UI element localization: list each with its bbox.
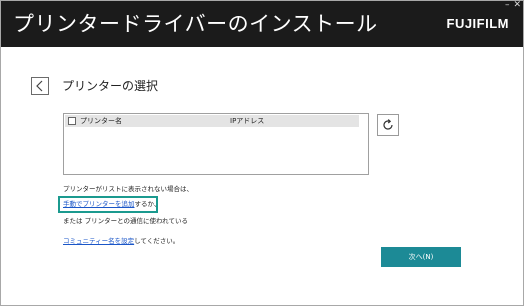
refresh-icon: [383, 119, 393, 130]
column-ip-address[interactable]: IPアドレス: [230, 115, 264, 127]
minimize-button[interactable]: –: [505, 1, 510, 11]
community-name-link[interactable]: コミュニティー名を設定: [63, 237, 134, 245]
column-printer-name[interactable]: プリンター名: [80, 115, 122, 127]
next-button[interactable]: 次へ(N): [381, 247, 461, 267]
highlight-box: [58, 196, 158, 213]
refresh-button[interactable]: [377, 114, 399, 136]
printer-list[interactable]: プリンター名 IPアドレス: [63, 113, 369, 175]
chevron-left-icon: [36, 80, 43, 92]
close-button[interactable]: ✕: [513, 1, 521, 11]
select-all-checkbox[interactable]: [68, 117, 76, 125]
or-check-text: または プリンターとの通信に使われている: [63, 217, 188, 225]
not-listed-text: プリンターがリストに表示されない場合は、: [63, 185, 193, 193]
fujifilm-logo: FUJIFILM: [446, 16, 509, 31]
back-button[interactable]: [31, 77, 49, 95]
list-header: プリンター名 IPアドレス: [65, 115, 359, 127]
window-controls: – ✕: [505, 1, 521, 11]
title-bar: プリンタードライバーのインストール FUJIFILM – ✕: [1, 1, 523, 47]
page-title: プリンターの選択: [62, 79, 159, 93]
community-line: コミュニティー名を設定してください。: [63, 237, 179, 246]
community-suffix: してください。: [134, 237, 180, 245]
window-title: プリンタードライバーのインストール: [13, 12, 378, 36]
installer-window: プリンタードライバーのインストール FUJIFILM – ✕ プリンターの選択 …: [0, 0, 524, 306]
